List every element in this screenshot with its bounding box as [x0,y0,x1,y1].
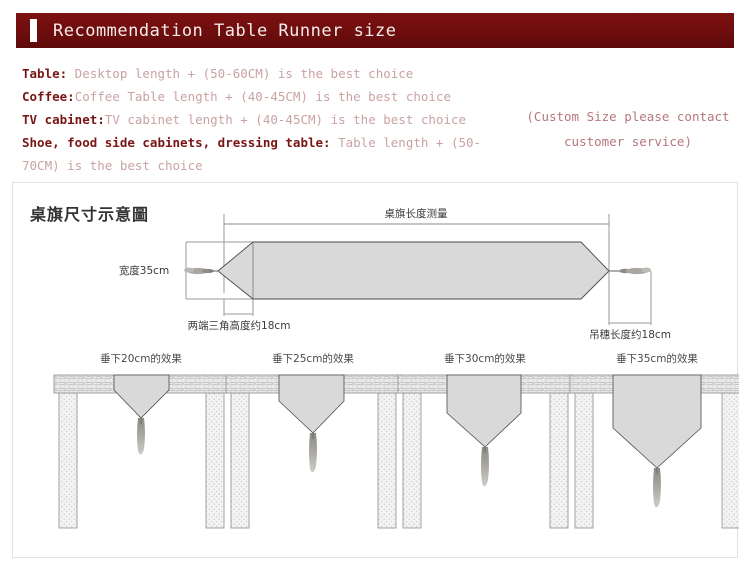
table-example-4: 垂下35cm的效果 [569,352,739,529]
custom-size-note: (Custom Size please contact customer ser… [512,104,744,154]
recommendation-line-tv-cabinet: TV cabinet:TV cabinet length + (40-45CM)… [22,108,502,131]
diagram-svg: 桌旗长度测量 宽度35cm 两端三角高度约18cm 吊穗长度约18cm 垂下20… [53,207,739,529]
table-example-3-label: 垂下30cm的效果 [444,352,526,365]
table-example-2: 垂下25cm的效果 [225,352,402,529]
recommendation-text-coffee: Coffee Table length + (40-45CM) is the b… [74,89,451,104]
table-example-1: 垂下20cm的效果 [53,352,230,529]
table-example-3: 垂下30cm的效果 [397,352,574,529]
table-example-2-tassel-icon [309,433,317,473]
tassel-length-label: 吊穗长度约18cm [589,328,671,341]
table-example-2-label: 垂下25cm的效果 [272,352,354,365]
table-example-4-runner [612,374,702,469]
table-example-3-tassel-icon [481,447,489,487]
triangle-height-dimension: 两端三角高度约18cm [188,299,291,332]
recommendation-line-table: Table: Desktop length + (50-60CM) is the… [22,62,502,85]
right-tassel-icon [609,267,651,275]
table-example-3-runner [446,374,522,448]
runner-schematic: 桌旗长度测量 宽度35cm 两端三角高度约18cm 吊穗长度约18cm [119,207,671,341]
width-label: 宽度35cm [119,264,169,277]
recommendation-list: Table: Desktop length + (50-60CM) is the… [22,62,502,177]
table-example-1-label: 垂下20cm的效果 [100,352,182,365]
recommendation-label-shoe-cabinet: Shoe, food side cabinets, dressing table… [22,135,331,150]
diagram-panel: 桌旗尺寸示意圖 桌旗长度测量 宽度35cm 两端三角高度约18cm 吊穗长度约1… [12,182,739,558]
length-measure-label: 桌旗长度测量 [385,207,448,220]
page-title: Recommendation Table Runner size [53,20,397,41]
recommendation-label-tv-cabinet: TV cabinet: [22,112,105,127]
recommendation-label-coffee: Coffee: [22,89,75,104]
table-example-2-runner [278,374,345,434]
table-example-1-tassel-icon [137,418,145,455]
header-banner: Recommendation Table Runner size [16,13,734,48]
custom-size-note-line1: (Custom Size please contact [526,109,730,124]
table-example-1-runner [113,374,170,419]
table-example-4-label: 垂下35cm的效果 [616,352,698,365]
recommendation-label-table: Table: [22,66,68,81]
tassel-length-dimension: 吊穗长度约18cm [589,271,671,341]
runner-shape [217,241,610,300]
custom-size-note-line2: customer service) [564,134,692,149]
recommendation-line-coffee: Coffee:Coffee Table length + (40-45CM) i… [22,85,502,108]
header-accent-bar [30,19,37,42]
recommendation-text-table: Desktop length + (50-60CM) is the best c… [67,66,414,81]
triangle-height-label: 两端三角高度约18cm [188,319,291,332]
recommendation-text-tv-cabinet: TV cabinet length + (40-45CM) is the bes… [104,112,467,127]
left-tassel-icon [184,267,219,275]
recommendation-line-shoe-cabinet: Shoe, food side cabinets, dressing table… [22,131,502,177]
table-example-4-tassel-icon [653,468,661,508]
